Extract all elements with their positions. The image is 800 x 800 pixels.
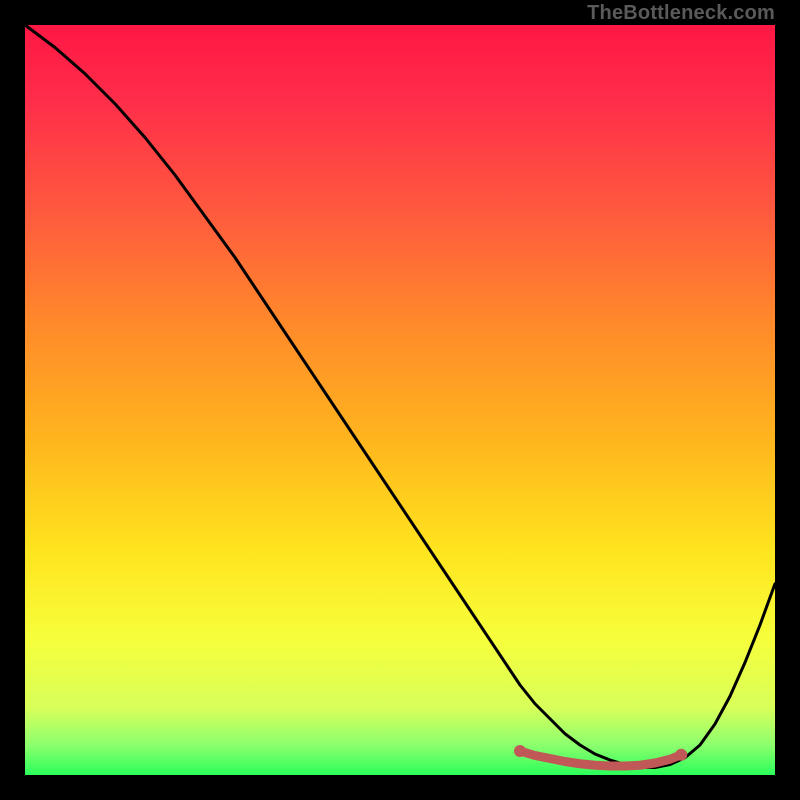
gradient-background bbox=[25, 25, 775, 775]
marker-dot bbox=[675, 749, 687, 761]
chart-frame: TheBottleneck.com bbox=[0, 0, 800, 800]
watermark-text: TheBottleneck.com bbox=[587, 2, 775, 25]
marker-dot bbox=[514, 745, 526, 757]
bottleneck-chart bbox=[25, 25, 775, 775]
plot-area bbox=[25, 25, 775, 775]
